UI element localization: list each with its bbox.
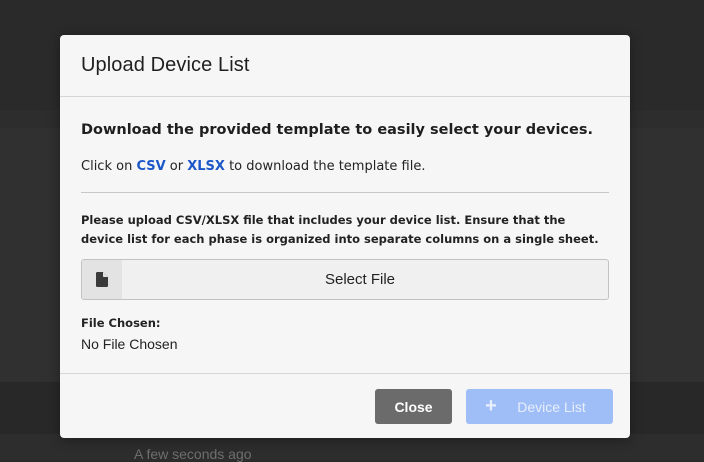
template-heading: Download the provided template to easily…: [81, 122, 593, 138]
csv-download-link[interactable]: CSV: [136, 159, 165, 174]
upload-instructions: Please upload CSV/XLSX file that include…: [81, 213, 599, 246]
device-list-label: Device List: [517, 398, 586, 415]
device-list-button[interactable]: + Device List: [466, 389, 613, 424]
modal-footer: Close + Device List: [60, 373, 630, 438]
modal-header: Upload Device List: [60, 35, 630, 97]
download-prefix-text: Click on: [81, 159, 137, 174]
select-file-button[interactable]: Select File: [81, 259, 609, 300]
download-or-text: or: [165, 159, 188, 174]
file-chosen-label: File Chosen:: [81, 316, 161, 330]
plus-icon: +: [485, 395, 497, 417]
file-icon: [82, 260, 122, 299]
select-file-label: Select File: [324, 271, 396, 288]
download-suffix-text: to download the template file.: [224, 159, 426, 174]
upload-device-list-modal: Upload Device List Download the provided…: [60, 35, 630, 438]
modal-body: Download the provided template to easily…: [60, 97, 630, 373]
divider: [81, 192, 609, 193]
background-timestamp: A few seconds ago: [134, 446, 252, 462]
modal-title: Upload Device List: [81, 54, 250, 76]
xlsx-download-link[interactable]: XLSX: [187, 159, 225, 174]
close-button[interactable]: Close: [375, 389, 452, 424]
download-template-line: Click on CSV or XLSX to download the tem…: [81, 159, 609, 175]
file-chosen-value: No File Chosen: [81, 336, 178, 352]
